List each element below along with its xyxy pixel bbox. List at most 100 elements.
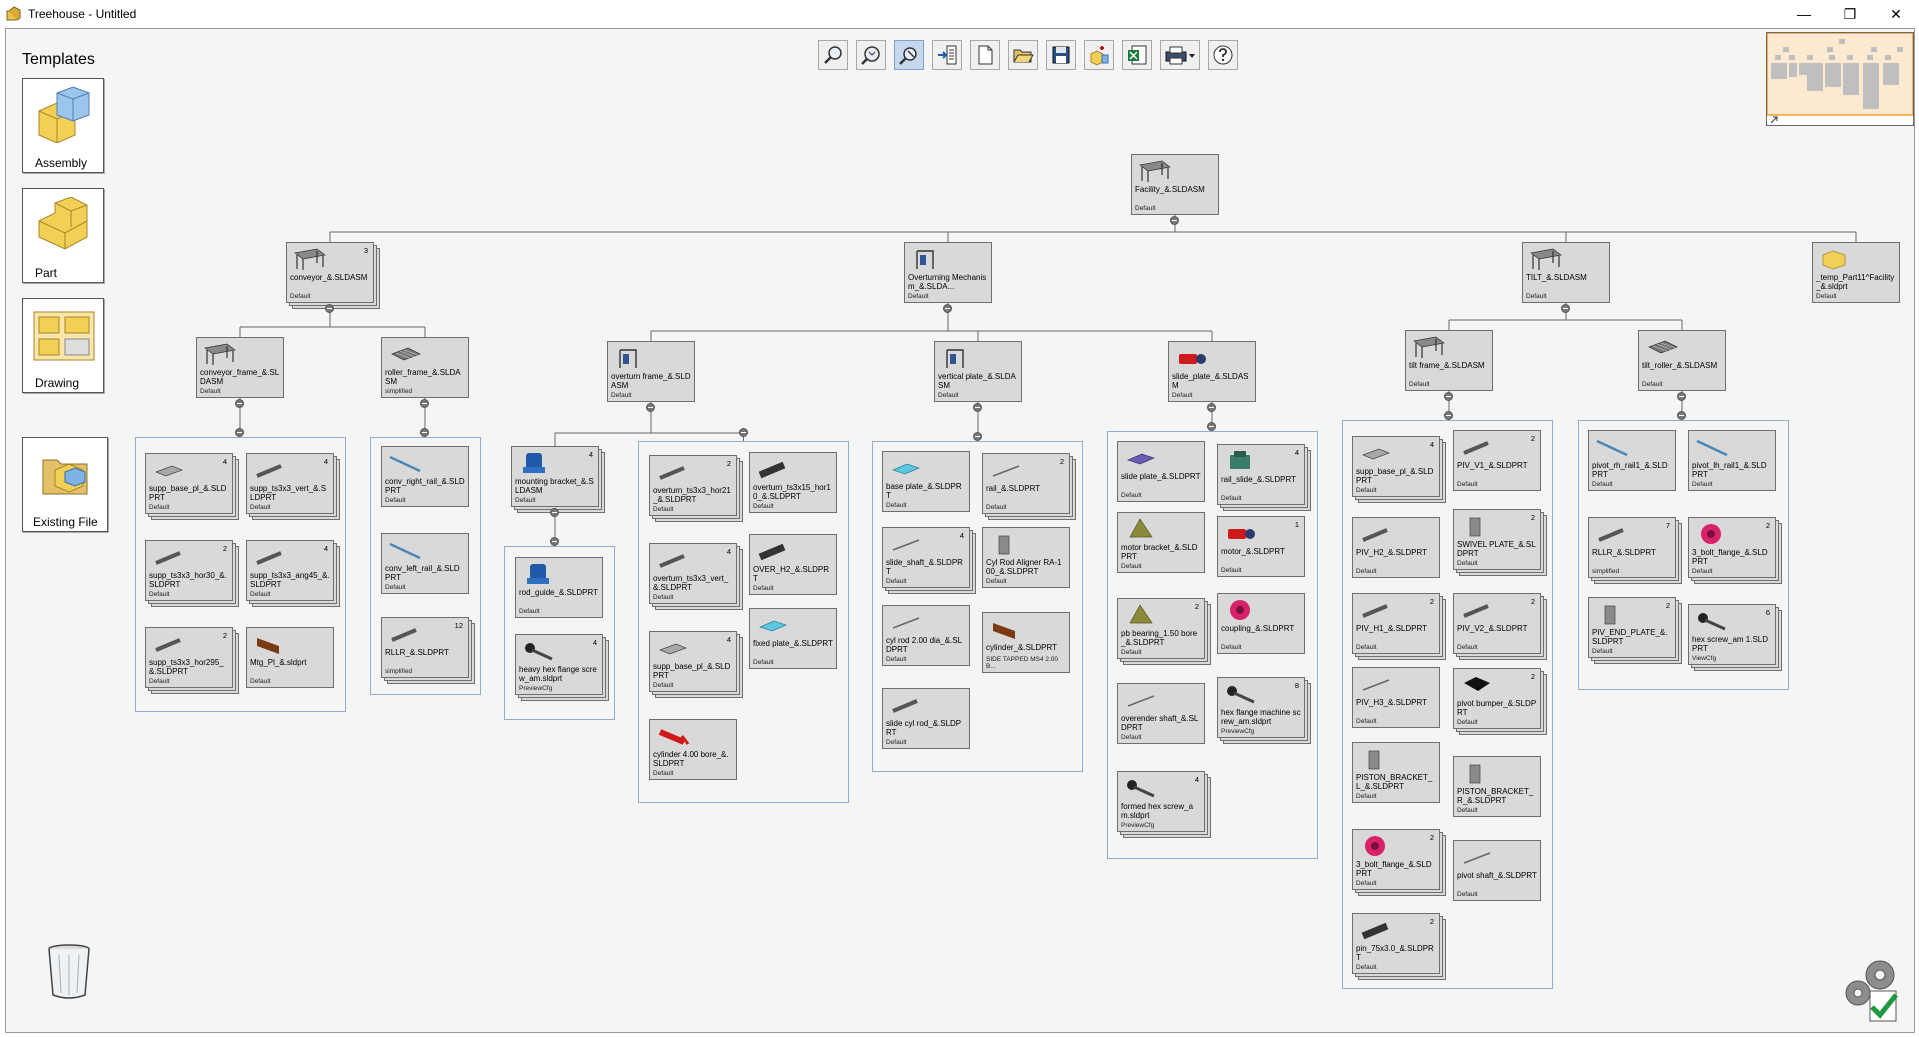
tree-node[interactable]: RLLR_&.SLDPRT simplified 12 bbox=[381, 617, 469, 678]
collapse-toggle[interactable] bbox=[1677, 392, 1686, 401]
node-quantity: 2 bbox=[1765, 521, 1770, 530]
tree-node[interactable]: overturn_ts3x3_vert_&.SLDPRT Default 4 bbox=[649, 543, 737, 604]
collapse-toggle[interactable] bbox=[550, 537, 559, 546]
collapse-toggle[interactable] bbox=[1207, 403, 1216, 412]
tree-node[interactable]: rod_guide_&.SLDPRT Default bbox=[515, 557, 603, 618]
tree-node[interactable]: motor_&.SLDPRT Default 1 bbox=[1217, 516, 1305, 577]
tree-node[interactable]: overturn_ts3x15_hor10_&.SLDPRT Default bbox=[749, 452, 837, 513]
tree-node[interactable]: Overturning Mechanism_&.SLDA... Default bbox=[904, 242, 992, 303]
collapse-toggle[interactable] bbox=[235, 428, 244, 437]
tree-node[interactable]: supp_base_pl_&.SLDPRT Default 4 bbox=[145, 453, 233, 514]
tree-node[interactable]: PIV_END_PLATE_&.SLDPRT Default 2 bbox=[1588, 597, 1676, 658]
tree-node[interactable]: heavy hex flange screw_am.sldprt PreviewC… bbox=[515, 634, 603, 695]
tree-node[interactable]: SWIVEL PLATE_&.SLDPRT Default 2 bbox=[1453, 509, 1541, 570]
tree-node[interactable]: cylinder 4.00 bore_&.SLDPRT Default bbox=[649, 719, 737, 780]
tree-node[interactable]: PISTON_BRACKET_L_&.SLDPRT Default bbox=[1352, 742, 1440, 803]
tree-node[interactable]: rail_&.SLDPRT Default 2 bbox=[982, 453, 1070, 514]
tree-node[interactable]: supp_ts3x3_vert_&.SLDPRT Default 4 bbox=[246, 453, 334, 514]
node-configuration: Default bbox=[1692, 568, 1713, 575]
tree-node[interactable]: slide_plate_&.SLDASM Default bbox=[1168, 341, 1256, 402]
component-thumbnail-icon bbox=[1696, 439, 1728, 457]
tree-node[interactable]: TILT_&.SLDASM Default bbox=[1522, 242, 1610, 303]
tree-node[interactable]: slide cyl rod_&.SLDPRT Default bbox=[882, 688, 970, 749]
tree-node[interactable]: slide plate_&.SLDPRT Default bbox=[1117, 441, 1205, 502]
tree-node[interactable]: supp_base_pl_&.SLDPRT Default 4 bbox=[1352, 436, 1440, 497]
collapse-toggle[interactable] bbox=[550, 508, 559, 517]
tree-node[interactable]: supp_ts3x3_hor30_&.SLDPRT Default 2 bbox=[145, 540, 233, 601]
collapse-toggle[interactable] bbox=[235, 399, 244, 408]
collapse-toggle[interactable] bbox=[738, 428, 748, 437]
collapse-toggle[interactable] bbox=[1444, 411, 1453, 420]
tree-node[interactable]: hex screw_am 1.SLDPRT ViewCfg 6 bbox=[1688, 604, 1776, 665]
tree-node[interactable]: mounting bracket_&.SLDASM Default 4 bbox=[511, 446, 599, 507]
node-filename: supp_ts3x3_vert_&.SLDPRT bbox=[250, 484, 327, 502]
tree-node[interactable]: coupling_&.SLDPRT Default bbox=[1217, 593, 1305, 654]
tree-node[interactable]: 3_bolt_flange_&.SLDPRT Default 2 bbox=[1688, 517, 1776, 578]
tree-node[interactable]: supp_base_pl_&.SLDPRT Default 4 bbox=[649, 631, 737, 692]
tree-node[interactable]: slide_shaft_&.SLDPRT Default 4 bbox=[882, 527, 970, 588]
tree-node[interactable]: overturn frame_&.SLDASM Default bbox=[607, 341, 695, 402]
tree-node[interactable]: cyl rod 2.00 dia_&.SLDPRT Default bbox=[882, 605, 970, 666]
tree-node[interactable]: OVER_H2_&.SLDPRT Default bbox=[749, 534, 837, 595]
node-filename: overturn_ts3x3_hor21_&.SLDPRT bbox=[653, 486, 731, 504]
tree-node[interactable]: motor bracket_&.SLDPRT Default bbox=[1117, 512, 1205, 573]
collapse-toggle[interactable] bbox=[973, 432, 982, 441]
tree-node[interactable]: supp_ts3x3_ang45_&.SLDPRT Default 4 bbox=[246, 540, 334, 601]
tree-node[interactable]: pb bearing_1.50 bore_&.SLDPRT Default 2 bbox=[1117, 598, 1205, 659]
tree-node[interactable]: PIV_V2_&.SLDPRT Default 2 bbox=[1453, 593, 1541, 654]
trash-bin[interactable] bbox=[47, 943, 91, 999]
tree-node[interactable]: conveyor_frame_&.SLDASM Default bbox=[196, 337, 284, 398]
tree-node[interactable]: PIV_H3_&.SLDPRT Default bbox=[1352, 667, 1440, 728]
collapse-toggle[interactable] bbox=[1444, 392, 1453, 401]
collapse-toggle[interactable] bbox=[325, 304, 334, 313]
tree-node[interactable]: vertical plate_&.SLDASM Default bbox=[934, 341, 1022, 402]
collapse-toggle[interactable] bbox=[943, 304, 952, 313]
collapse-toggle[interactable] bbox=[1207, 422, 1216, 431]
collapse-toggle[interactable] bbox=[1677, 411, 1686, 420]
tree-node[interactable]: RLLR_&.SLDPRT simplified 7 bbox=[1588, 517, 1676, 578]
tree-node[interactable]: 3_bolt_flange_&.SLDPRT Default 2 bbox=[1352, 829, 1440, 890]
tree-node[interactable]: pivot shaft_&.SLDPRT Default bbox=[1453, 840, 1541, 901]
tree-node[interactable]: supp_ts3x3_hor295_&.SLDPRT Default 2 bbox=[145, 627, 233, 688]
collapse-toggle[interactable] bbox=[420, 399, 429, 408]
tree-node[interactable]: overender shaft_&.SLDPRT Default bbox=[1117, 683, 1205, 744]
tree-node[interactable]: pivot_lh_rail1_&.SLDPRT Default bbox=[1688, 430, 1776, 491]
tree-node[interactable]: tilt_roller_&.SLDASM Default bbox=[1638, 330, 1726, 391]
node-configuration: Default bbox=[250, 591, 271, 598]
tree-node[interactable]: _temp_Part11^Facility_&.sldprt Default bbox=[1812, 242, 1900, 303]
tree-node[interactable]: PIV_H2_&.SLDPRT Default bbox=[1352, 517, 1440, 578]
tree-node[interactable]: Mtg_Pl_&.sldprt Default bbox=[246, 627, 334, 688]
component-thumbnail-icon bbox=[155, 465, 183, 477]
collapse-toggle[interactable] bbox=[646, 403, 655, 412]
collapse-toggle[interactable] bbox=[1561, 304, 1570, 313]
collapse-toggle[interactable] bbox=[1170, 216, 1179, 225]
node-filename: RLLR_&.SLDPRT bbox=[1592, 548, 1656, 557]
tree-node[interactable]: tilt frame_&.SLDASM Default bbox=[1405, 330, 1493, 391]
tree-node[interactable]: PISTON_BRACKET_R_&.SLDPRT Default bbox=[1453, 756, 1541, 817]
tree-node[interactable]: conv_right_rail_&.SLDPRT Default bbox=[381, 446, 469, 507]
tree-node[interactable]: hex flange machine screw_am.sldprt Previe… bbox=[1217, 677, 1305, 738]
tree-node[interactable]: rail_slide_&.SLDPRT Default 4 bbox=[1217, 444, 1305, 505]
tree-node[interactable]: PIV_V1_&.SLDPRT Default 2 bbox=[1453, 430, 1541, 491]
node-filename: slide_shaft_&.SLDPRT bbox=[886, 558, 963, 576]
collapse-toggle[interactable] bbox=[973, 403, 982, 412]
tree-node[interactable]: base plate_&.SLDPRT Default bbox=[882, 451, 970, 512]
collapse-toggle[interactable] bbox=[420, 428, 429, 437]
tree-node[interactable]: pivot_rh_rail1_&.SLDPRT Default bbox=[1588, 430, 1676, 491]
node-configuration: Default bbox=[653, 594, 674, 601]
tree-node[interactable]: overturn_ts3x3_hor21_&.SLDPRT Default 2 bbox=[649, 455, 737, 516]
settings-button[interactable] bbox=[1840, 955, 1902, 1025]
tree-node[interactable]: conv_left_rail_&.SLDPRT Default bbox=[381, 533, 469, 594]
node-quantity: 4 bbox=[959, 531, 964, 540]
tree-node[interactable]: Facility_&.SLDASM Default bbox=[1131, 154, 1219, 215]
tree-node[interactable]: roller_frame_&.SLDASM simplified bbox=[381, 337, 469, 398]
tree-node[interactable]: formed hex screw_am.sldprt PreviewCfg 4 bbox=[1117, 771, 1205, 832]
node-configuration: Default bbox=[1356, 487, 1377, 494]
tree-node[interactable]: cylinder_&.SLDPRT SIDE TAPPED MS4 2.00 B.… bbox=[982, 612, 1070, 673]
tree-node[interactable]: PIV_H1_&.SLDPRT Default 2 bbox=[1352, 593, 1440, 654]
tree-node[interactable]: Cyl Rod Aligner RA-100_&.SLDPRT Default bbox=[982, 527, 1070, 588]
tree-node[interactable]: fixed plate_&.SLDPRT Default bbox=[749, 608, 837, 669]
tree-node[interactable]: conveyor_&.SLDASM Default 3 bbox=[286, 242, 374, 303]
tree-node[interactable]: pin_75x3.0_&.SLDPRT Default 2 bbox=[1352, 913, 1440, 974]
tree-node[interactable]: pivot bumper_&.SLDPRT Default 2 bbox=[1453, 668, 1541, 729]
